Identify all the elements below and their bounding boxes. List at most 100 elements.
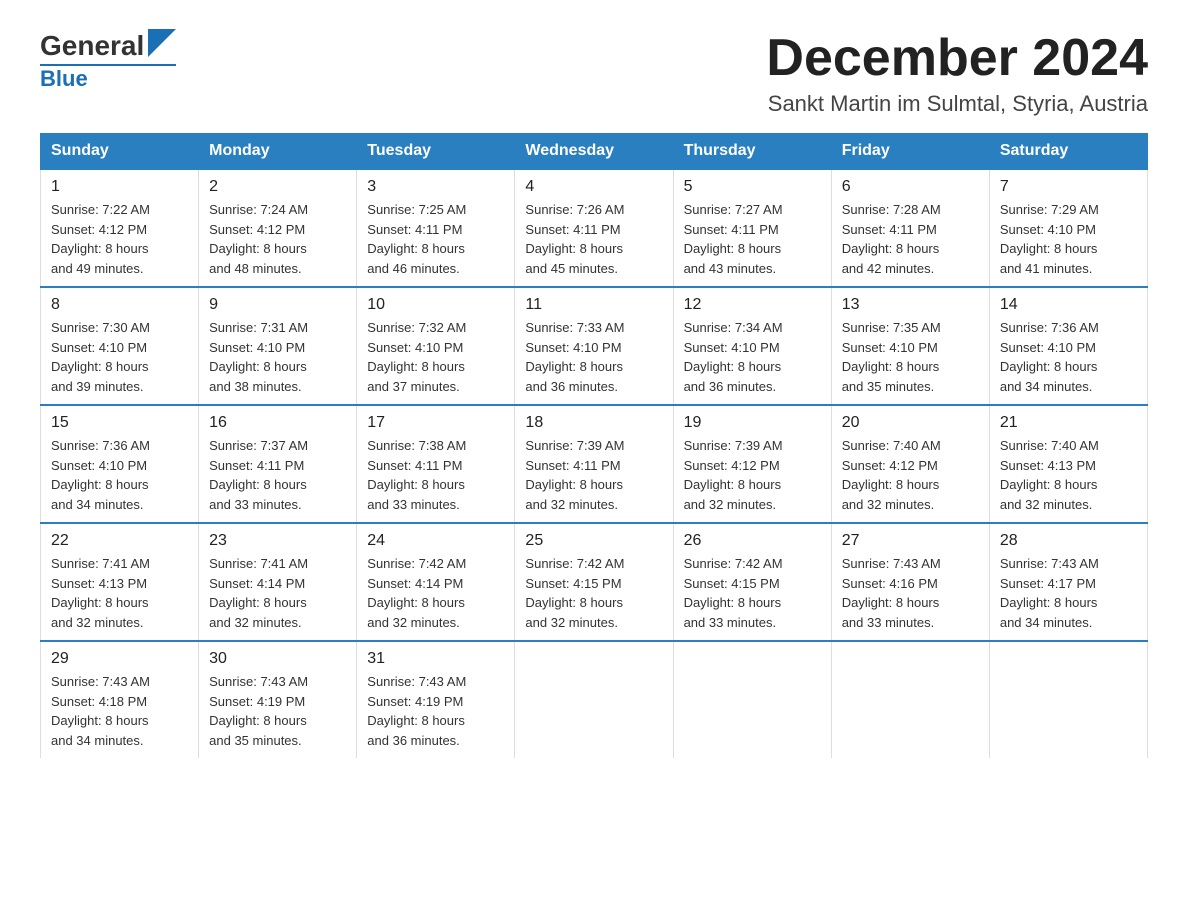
day-number: 18 — [525, 414, 662, 432]
calendar-day-cell: 14 Sunrise: 7:36 AM Sunset: 4:10 PM Dayl… — [989, 287, 1147, 405]
calendar-day-cell: 18 Sunrise: 7:39 AM Sunset: 4:11 PM Dayl… — [515, 405, 673, 523]
day-number: 5 — [684, 178, 821, 196]
calendar-day-cell: 26 Sunrise: 7:42 AM Sunset: 4:15 PM Dayl… — [673, 523, 831, 641]
calendar-header-wednesday: Wednesday — [515, 134, 673, 170]
calendar-day-cell: 31 Sunrise: 7:43 AM Sunset: 4:19 PM Dayl… — [357, 641, 515, 758]
calendar-day-cell: 8 Sunrise: 7:30 AM Sunset: 4:10 PM Dayli… — [41, 287, 199, 405]
calendar-day-cell: 17 Sunrise: 7:38 AM Sunset: 4:11 PM Dayl… — [357, 405, 515, 523]
day-number: 9 — [209, 296, 346, 314]
day-info: Sunrise: 7:31 AM Sunset: 4:10 PM Dayligh… — [209, 318, 346, 396]
day-number: 29 — [51, 650, 188, 668]
day-info: Sunrise: 7:36 AM Sunset: 4:10 PM Dayligh… — [51, 436, 188, 514]
calendar-day-cell: 5 Sunrise: 7:27 AM Sunset: 4:11 PM Dayli… — [673, 169, 831, 287]
day-info: Sunrise: 7:22 AM Sunset: 4:12 PM Dayligh… — [51, 200, 188, 278]
calendar-header-tuesday: Tuesday — [357, 134, 515, 170]
day-number: 19 — [684, 414, 821, 432]
calendar-header-saturday: Saturday — [989, 134, 1147, 170]
calendar-day-cell: 3 Sunrise: 7:25 AM Sunset: 4:11 PM Dayli… — [357, 169, 515, 287]
calendar-week-row: 22 Sunrise: 7:41 AM Sunset: 4:13 PM Dayl… — [41, 523, 1148, 641]
calendar-day-cell — [515, 641, 673, 758]
calendar-day-cell: 24 Sunrise: 7:42 AM Sunset: 4:14 PM Dayl… — [357, 523, 515, 641]
day-number: 13 — [842, 296, 979, 314]
calendar-header-monday: Monday — [199, 134, 357, 170]
calendar-day-cell: 1 Sunrise: 7:22 AM Sunset: 4:12 PM Dayli… — [41, 169, 199, 287]
day-number: 28 — [1000, 532, 1137, 550]
day-info: Sunrise: 7:37 AM Sunset: 4:11 PM Dayligh… — [209, 436, 346, 514]
calendar-day-cell: 20 Sunrise: 7:40 AM Sunset: 4:12 PM Dayl… — [831, 405, 989, 523]
calendar-day-cell: 25 Sunrise: 7:42 AM Sunset: 4:15 PM Dayl… — [515, 523, 673, 641]
day-number: 6 — [842, 178, 979, 196]
day-info: Sunrise: 7:43 AM Sunset: 4:19 PM Dayligh… — [209, 672, 346, 750]
day-info: Sunrise: 7:42 AM Sunset: 4:15 PM Dayligh… — [525, 554, 662, 632]
day-info: Sunrise: 7:36 AM Sunset: 4:10 PM Dayligh… — [1000, 318, 1137, 396]
calendar-day-cell: 2 Sunrise: 7:24 AM Sunset: 4:12 PM Dayli… — [199, 169, 357, 287]
day-number: 17 — [367, 414, 504, 432]
calendar-day-cell: 27 Sunrise: 7:43 AM Sunset: 4:16 PM Dayl… — [831, 523, 989, 641]
day-number: 4 — [525, 178, 662, 196]
day-number: 15 — [51, 414, 188, 432]
calendar-day-cell: 11 Sunrise: 7:33 AM Sunset: 4:10 PM Dayl… — [515, 287, 673, 405]
logo: General Blue — [40, 30, 176, 92]
calendar-day-cell: 10 Sunrise: 7:32 AM Sunset: 4:10 PM Dayl… — [357, 287, 515, 405]
page-header: General Blue December 2024 Sankt Martin … — [40, 30, 1148, 117]
day-number: 1 — [51, 178, 188, 196]
day-number: 8 — [51, 296, 188, 314]
day-info: Sunrise: 7:38 AM Sunset: 4:11 PM Dayligh… — [367, 436, 504, 514]
day-number: 10 — [367, 296, 504, 314]
day-number: 21 — [1000, 414, 1137, 432]
calendar-day-cell: 29 Sunrise: 7:43 AM Sunset: 4:18 PM Dayl… — [41, 641, 199, 758]
calendar-day-cell: 4 Sunrise: 7:26 AM Sunset: 4:11 PM Dayli… — [515, 169, 673, 287]
day-info: Sunrise: 7:43 AM Sunset: 4:18 PM Dayligh… — [51, 672, 188, 750]
calendar-day-cell: 23 Sunrise: 7:41 AM Sunset: 4:14 PM Dayl… — [199, 523, 357, 641]
day-info: Sunrise: 7:35 AM Sunset: 4:10 PM Dayligh… — [842, 318, 979, 396]
day-info: Sunrise: 7:39 AM Sunset: 4:12 PM Dayligh… — [684, 436, 821, 514]
day-info: Sunrise: 7:40 AM Sunset: 4:12 PM Dayligh… — [842, 436, 979, 514]
day-number: 27 — [842, 532, 979, 550]
day-number: 14 — [1000, 296, 1137, 314]
day-info: Sunrise: 7:27 AM Sunset: 4:11 PM Dayligh… — [684, 200, 821, 278]
calendar-table: SundayMondayTuesdayWednesdayThursdayFrid… — [40, 133, 1148, 758]
day-info: Sunrise: 7:24 AM Sunset: 4:12 PM Dayligh… — [209, 200, 346, 278]
calendar-day-cell: 15 Sunrise: 7:36 AM Sunset: 4:10 PM Dayl… — [41, 405, 199, 523]
day-number: 12 — [684, 296, 821, 314]
calendar-day-cell: 6 Sunrise: 7:28 AM Sunset: 4:11 PM Dayli… — [831, 169, 989, 287]
day-info: Sunrise: 7:34 AM Sunset: 4:10 PM Dayligh… — [684, 318, 821, 396]
calendar-header-row: SundayMondayTuesdayWednesdayThursdayFrid… — [41, 134, 1148, 170]
calendar-day-cell: 13 Sunrise: 7:35 AM Sunset: 4:10 PM Dayl… — [831, 287, 989, 405]
day-info: Sunrise: 7:39 AM Sunset: 4:11 PM Dayligh… — [525, 436, 662, 514]
logo-blue-text: Blue — [40, 66, 88, 92]
logo-general-text: General — [40, 30, 144, 62]
day-number: 24 — [367, 532, 504, 550]
calendar-day-cell: 19 Sunrise: 7:39 AM Sunset: 4:12 PM Dayl… — [673, 405, 831, 523]
day-info: Sunrise: 7:26 AM Sunset: 4:11 PM Dayligh… — [525, 200, 662, 278]
day-info: Sunrise: 7:43 AM Sunset: 4:17 PM Dayligh… — [1000, 554, 1137, 632]
day-info: Sunrise: 7:28 AM Sunset: 4:11 PM Dayligh… — [842, 200, 979, 278]
calendar-day-cell: 12 Sunrise: 7:34 AM Sunset: 4:10 PM Dayl… — [673, 287, 831, 405]
day-number: 16 — [209, 414, 346, 432]
day-number: 7 — [1000, 178, 1137, 196]
day-number: 3 — [367, 178, 504, 196]
day-number: 20 — [842, 414, 979, 432]
calendar-day-cell: 22 Sunrise: 7:41 AM Sunset: 4:13 PM Dayl… — [41, 523, 199, 641]
logo-triangle-icon — [148, 29, 176, 57]
day-info: Sunrise: 7:30 AM Sunset: 4:10 PM Dayligh… — [51, 318, 188, 396]
month-year-title: December 2024 — [766, 30, 1148, 87]
calendar-day-cell: 16 Sunrise: 7:37 AM Sunset: 4:11 PM Dayl… — [199, 405, 357, 523]
calendar-day-cell — [673, 641, 831, 758]
calendar-header-friday: Friday — [831, 134, 989, 170]
day-number: 11 — [525, 296, 662, 314]
calendar-week-row: 29 Sunrise: 7:43 AM Sunset: 4:18 PM Dayl… — [41, 641, 1148, 758]
calendar-day-cell: 28 Sunrise: 7:43 AM Sunset: 4:17 PM Dayl… — [989, 523, 1147, 641]
day-number: 30 — [209, 650, 346, 668]
day-number: 26 — [684, 532, 821, 550]
day-info: Sunrise: 7:42 AM Sunset: 4:15 PM Dayligh… — [684, 554, 821, 632]
day-info: Sunrise: 7:32 AM Sunset: 4:10 PM Dayligh… — [367, 318, 504, 396]
calendar-day-cell: 21 Sunrise: 7:40 AM Sunset: 4:13 PM Dayl… — [989, 405, 1147, 523]
calendar-day-cell — [989, 641, 1147, 758]
day-info: Sunrise: 7:43 AM Sunset: 4:19 PM Dayligh… — [367, 672, 504, 750]
day-info: Sunrise: 7:41 AM Sunset: 4:14 PM Dayligh… — [209, 554, 346, 632]
day-info: Sunrise: 7:33 AM Sunset: 4:10 PM Dayligh… — [525, 318, 662, 396]
calendar-week-row: 1 Sunrise: 7:22 AM Sunset: 4:12 PM Dayli… — [41, 169, 1148, 287]
calendar-header-thursday: Thursday — [673, 134, 831, 170]
calendar-week-row: 8 Sunrise: 7:30 AM Sunset: 4:10 PM Dayli… — [41, 287, 1148, 405]
